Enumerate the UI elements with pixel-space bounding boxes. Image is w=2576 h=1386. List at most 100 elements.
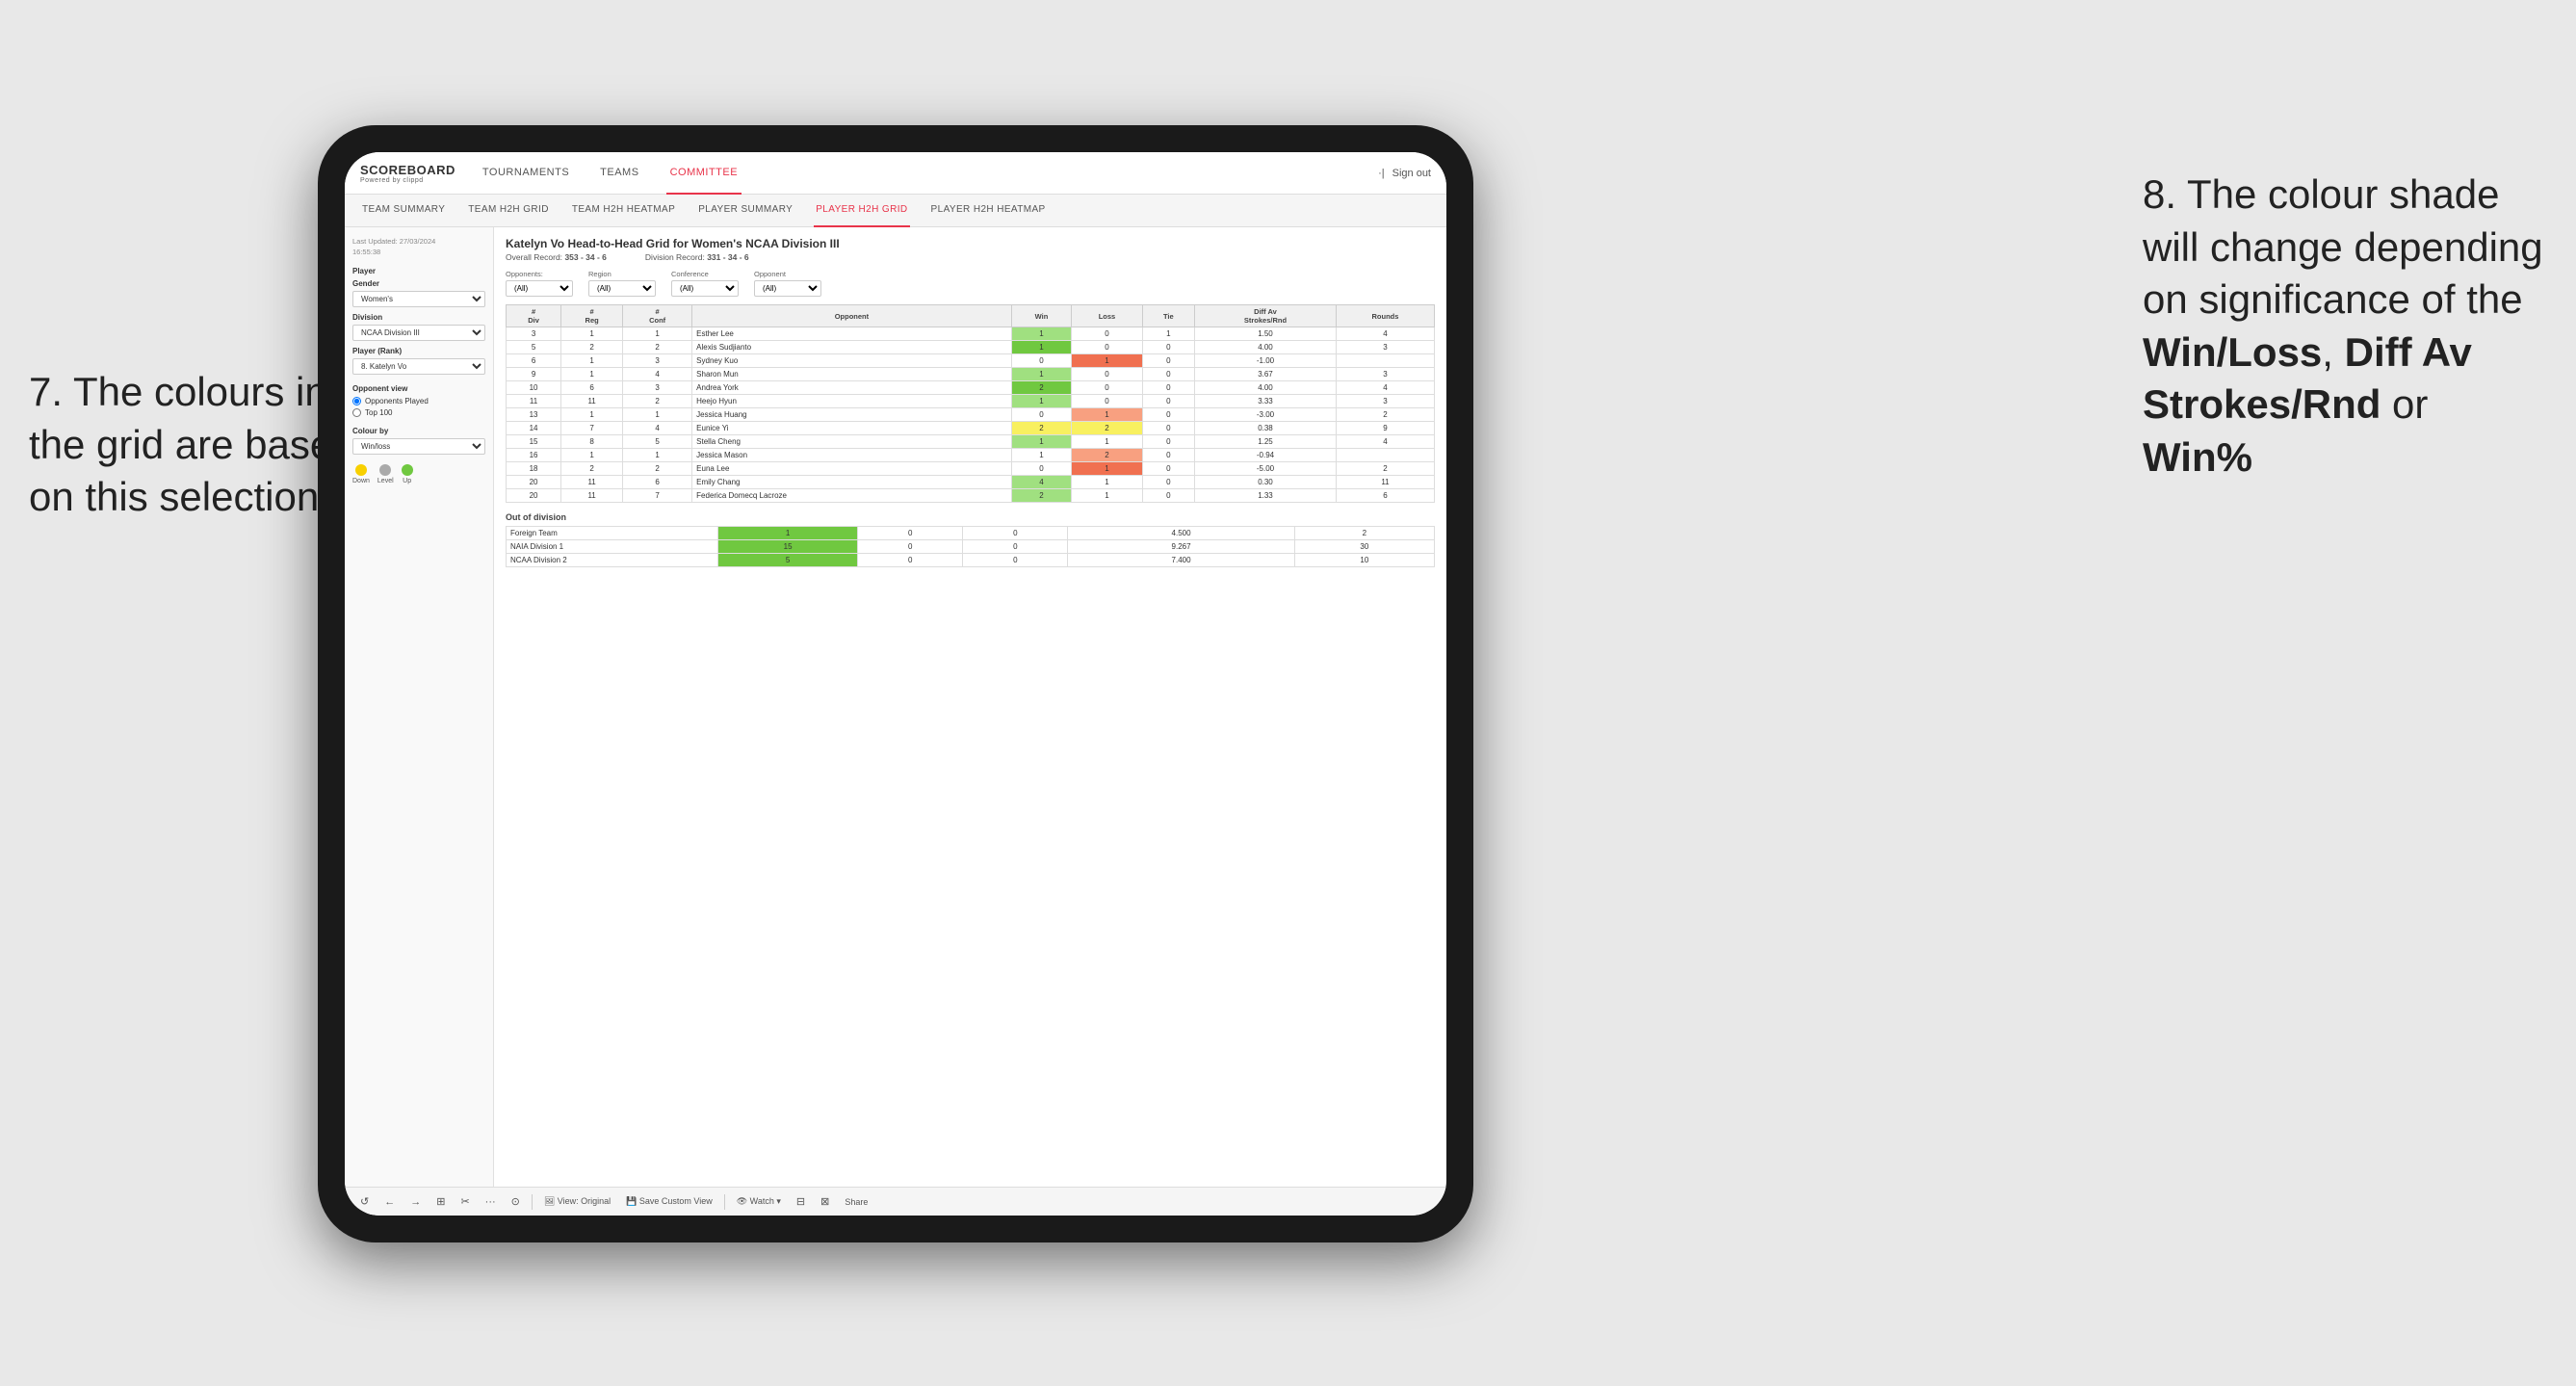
view-original-btn[interactable]: 🖼 View: Original	[540, 1194, 614, 1209]
out-of-division: Out of division Foreign Team 1 0 0 4.500…	[506, 512, 1435, 567]
back-btn[interactable]: ←	[380, 1194, 399, 1210]
tablet-screen: SCOREBOARD Powered by clippd TOURNAMENTS…	[345, 152, 1446, 1216]
division-select[interactable]: NCAA Division III	[352, 325, 485, 341]
subnav-player-h2h-heatmap[interactable]: PLAYER H2H HEATMAP	[929, 195, 1048, 227]
sidebar-player-section: Player Gender Women's Division NCAA Divi…	[352, 267, 485, 375]
opponents-filter-select[interactable]: (All)	[506, 280, 573, 297]
filter-opponent: Opponent (All)	[754, 270, 821, 297]
circle-btn[interactable]: ⊙	[507, 1193, 524, 1210]
table-row: 1063 Andrea York 2 0 0 4.00 4	[507, 381, 1435, 395]
more-btn[interactable]: ···	[481, 1194, 500, 1210]
nav-teams[interactable]: TEAMS	[596, 152, 642, 195]
sidebar: Last Updated: 27/03/2024 16:55:38 Player…	[345, 227, 494, 1187]
col-tie: Tie	[1142, 305, 1194, 327]
col-opponent: Opponent	[692, 305, 1012, 327]
table-row: 20117 Federica Domecq Lacroze 2 1 0 1.33…	[507, 489, 1435, 503]
export-btn[interactable]: ⊠	[817, 1193, 833, 1210]
radio-top100[interactable]: Top 100	[352, 408, 485, 417]
undo-btn[interactable]: ↺	[356, 1193, 373, 1210]
nav-tournaments[interactable]: TOURNAMENTS	[479, 152, 573, 195]
region-filter-select[interactable]: (All)	[588, 280, 656, 297]
legend-level-dot	[379, 464, 391, 476]
last-updated: Last Updated: 27/03/2024 16:55:38	[352, 237, 485, 257]
table-row: 20116 Emily Chang 4 1 0 0.30 11	[507, 476, 1435, 489]
opponent-filter-select[interactable]: (All)	[754, 280, 821, 297]
filter-conference: Conference (All)	[671, 270, 739, 297]
cut-btn[interactable]: ✂	[456, 1193, 473, 1210]
main-data-table: #Div #Reg #Conf Opponent Win Loss Tie Di…	[506, 304, 1435, 503]
grid-btn[interactable]: ⊞	[432, 1193, 449, 1210]
logo: SCOREBOARD Powered by clippd	[360, 163, 455, 184]
player-rank-select[interactable]: 8. Katelyn Vo	[352, 358, 485, 375]
table-row: 1311 Jessica Huang 0 1 0 -3.00 2	[507, 408, 1435, 422]
gender-label: Gender	[352, 279, 485, 288]
col-rounds: Rounds	[1336, 305, 1434, 327]
filter-opponents: Opponents: (All)	[506, 270, 573, 297]
table-row: 1822 Euna Lee 0 1 0 -5.00 2	[507, 462, 1435, 476]
legend-up-label: Up	[403, 478, 411, 484]
grid-title: Katelyn Vo Head-to-Head Grid for Women's…	[506, 237, 1435, 250]
top-nav: SCOREBOARD Powered by clippd TOURNAMENTS…	[345, 152, 1446, 195]
filter-region: Region (All)	[588, 270, 656, 297]
col-win: Win	[1011, 305, 1072, 327]
legend-level-label: Level	[377, 478, 394, 484]
filter-row: Opponents: (All) Region (All) Conference	[506, 270, 1435, 297]
gender-select[interactable]: Women's	[352, 291, 485, 307]
overall-record: Overall Record: 353 - 34 - 6	[506, 252, 607, 262]
table-row: 522 Alexis Sudjianto 1 0 0 4.00 3	[507, 341, 1435, 354]
nav-committee[interactable]: COMMITTEE	[666, 152, 742, 195]
colour-by-select[interactable]: Win/loss	[352, 438, 485, 455]
tablet: SCOREBOARD Powered by clippd TOURNAMENTS…	[318, 125, 1473, 1242]
annotation-right: 8. The colour shade will change dependin…	[2143, 169, 2547, 484]
table-row: 1585 Stella Cheng 1 1 0 1.25 4	[507, 435, 1435, 449]
layout-btn[interactable]: ⊟	[793, 1193, 809, 1210]
subnav-team-summary[interactable]: TEAM SUMMARY	[360, 195, 447, 227]
col-reg: #Reg	[561, 305, 623, 327]
division-record: Division Record: 331 - 34 - 6	[645, 252, 749, 262]
conference-filter-select[interactable]: (All)	[671, 280, 739, 297]
col-diff-av: Diff AvStrokes/Rnd	[1195, 305, 1337, 327]
col-div: #Div	[507, 305, 561, 327]
colour-by-section: Colour by Win/loss	[352, 427, 485, 455]
watch-btn[interactable]: 👁 Watch ▾	[733, 1194, 785, 1209]
forward-btn[interactable]: →	[406, 1194, 425, 1210]
legend-up-dot	[402, 464, 413, 476]
nav-items: TOURNAMENTS TEAMS COMMITTEE	[479, 152, 1378, 195]
bottom-toolbar: ↺ ← → ⊞ ✂ ··· ⊙ 🖼 View: Original 💾 Save …	[345, 1187, 1446, 1216]
table-row: 11112 Heejo Hyun 1 0 0 3.33 3	[507, 395, 1435, 408]
division-label: Division	[352, 313, 485, 322]
col-loss: Loss	[1072, 305, 1142, 327]
col-conf: #Conf	[623, 305, 692, 327]
table-row: 1474 Eunice Yi 2 2 0 0.38 9	[507, 422, 1435, 435]
player-rank-label: Player (Rank)	[352, 347, 485, 355]
colour-by-label: Colour by	[352, 427, 485, 435]
subnav-player-summary[interactable]: PLAYER SUMMARY	[696, 195, 794, 227]
toolbar-sep2	[724, 1194, 725, 1210]
table-row: NAIA Division 1 15 0 0 9.267 30	[507, 540, 1435, 554]
subnav-team-h2h-grid[interactable]: TEAM H2H GRID	[466, 195, 551, 227]
opponent-view-section: Opponent view Opponents Played Top 100	[352, 384, 485, 417]
table-row: Foreign Team 1 0 0 4.500 2	[507, 527, 1435, 540]
out-of-division-table: Foreign Team 1 0 0 4.500 2 NAIA Division…	[506, 526, 1435, 567]
table-row: NCAA Division 2 5 0 0 7.400 10	[507, 554, 1435, 567]
grid-records: Overall Record: 353 - 34 - 6 Division Re…	[506, 252, 1435, 262]
toolbar-sep1	[532, 1194, 533, 1210]
legend-down-label: Down	[352, 478, 370, 484]
opponent-view-radios: Opponents Played Top 100	[352, 397, 485, 417]
sub-nav: TEAM SUMMARY TEAM H2H GRID TEAM H2H HEAT…	[345, 195, 1446, 227]
opponent-view-label: Opponent view	[352, 384, 485, 393]
share-btn[interactable]: Share	[841, 1195, 872, 1209]
legend-down: Down	[352, 464, 370, 484]
grid-content: Katelyn Vo Head-to-Head Grid for Women's…	[494, 227, 1446, 1187]
colour-legend: Down Level Up	[352, 464, 485, 484]
table-row: 311 Esther Lee 1 0 1 1.50 4	[507, 327, 1435, 341]
save-custom-view-btn[interactable]: 💾 Save Custom View	[622, 1194, 716, 1209]
table-row: 1611 Jessica Mason 1 2 0 -0.94	[507, 449, 1435, 462]
subnav-team-h2h-heatmap[interactable]: TEAM H2H HEATMAP	[570, 195, 677, 227]
subnav-player-h2h-grid[interactable]: PLAYER H2H GRID	[814, 195, 909, 227]
out-of-division-title: Out of division	[506, 512, 1435, 522]
legend-down-dot	[355, 464, 367, 476]
sign-out-link[interactable]: Sign out	[1392, 168, 1431, 179]
radio-opponents-played[interactable]: Opponents Played	[352, 397, 485, 405]
nav-right: ·| Sign out	[1378, 168, 1431, 179]
